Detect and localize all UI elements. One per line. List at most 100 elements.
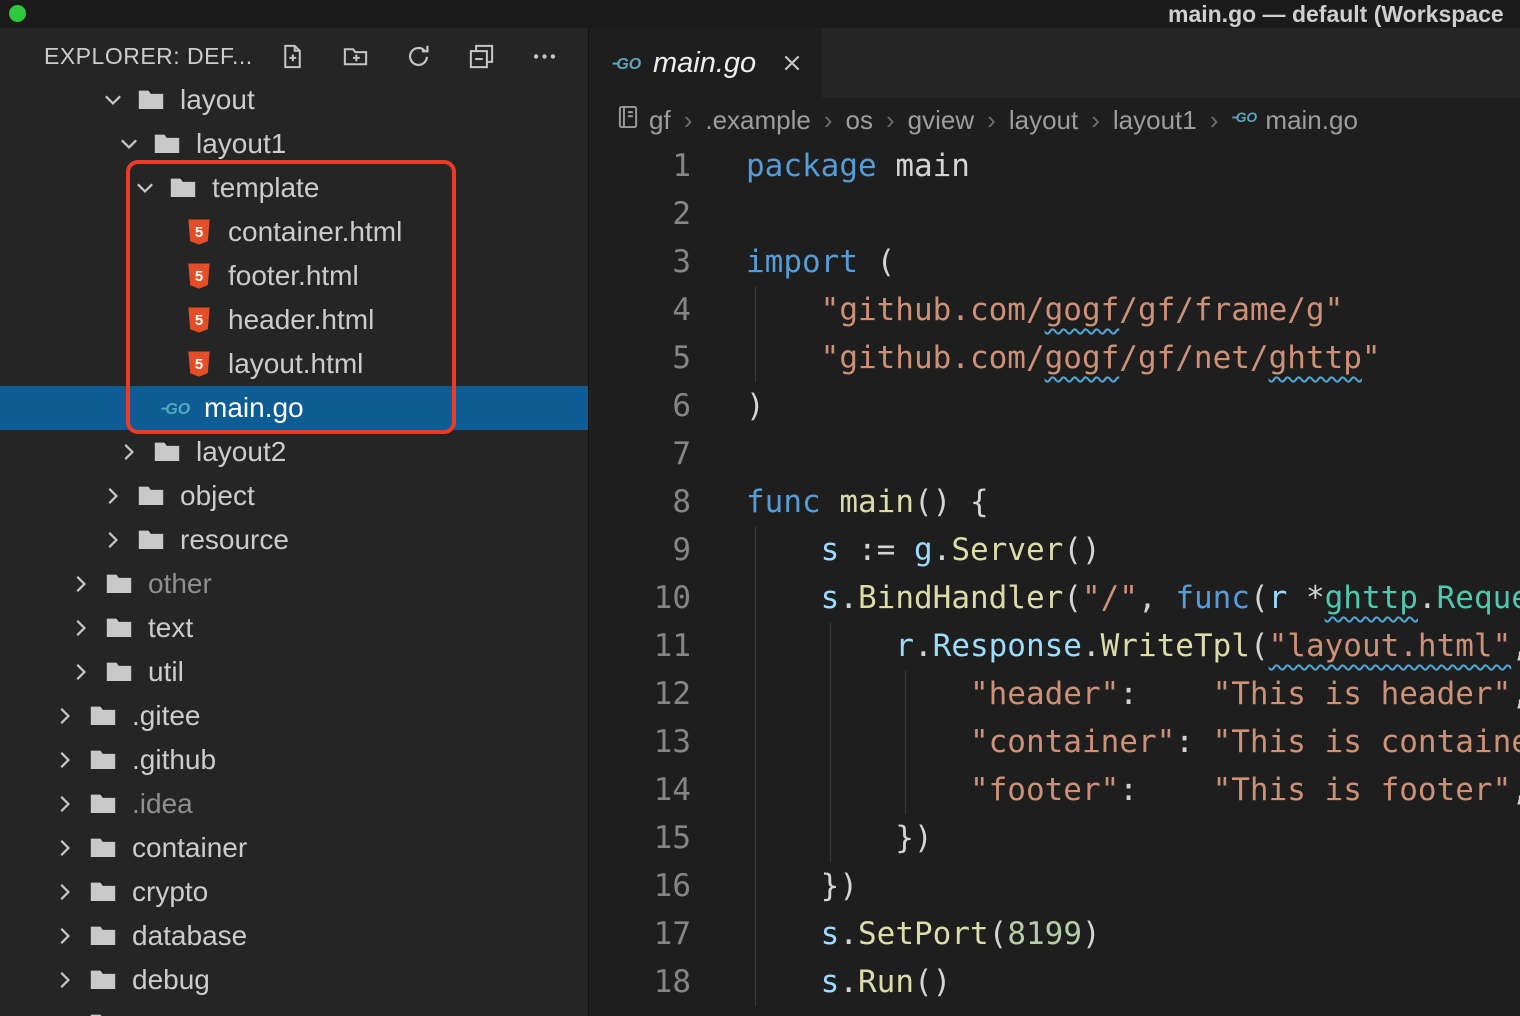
- code-line[interactable]: 3import (: [589, 238, 1520, 286]
- editor-pane: GO main.go gf›.example›os›gview›layout›l…: [588, 28, 1520, 1016]
- tree-item-layout[interactable]: layout: [0, 78, 588, 122]
- code-line[interactable]: 8func main() {: [589, 478, 1520, 526]
- line-number: 1: [589, 142, 691, 190]
- tree-item-database[interactable]: database: [0, 914, 588, 958]
- svg-text:GO: GO: [165, 401, 190, 418]
- line-number: 7: [589, 430, 691, 478]
- svg-text:5: 5: [195, 268, 203, 285]
- code-line[interactable]: 7: [589, 430, 1520, 478]
- code-line[interactable]: 9 s := g.Server(): [589, 526, 1520, 574]
- tree-item-label: other: [148, 568, 212, 600]
- code-text: "footer": "This is footer",: [691, 766, 1520, 814]
- more-icon[interactable]: [531, 43, 558, 70]
- tree-item-main.go[interactable]: GO main.go: [0, 386, 588, 430]
- breadcrumb-layout1[interactable]: layout1: [1113, 105, 1197, 136]
- breadcrumb-gview[interactable]: gview: [908, 105, 974, 136]
- tree-item-layout1[interactable]: layout1: [0, 122, 588, 166]
- tab-label: main.go: [653, 47, 766, 80]
- code-line[interactable]: 15 }): [589, 814, 1520, 862]
- code-text: r.Response.WriteTpl("layout.html", g.Map…: [691, 622, 1520, 670]
- tree-item-header.html[interactable]: 5header.html: [0, 298, 588, 342]
- sidebar-actions: [279, 43, 558, 70]
- tree-item-.github[interactable]: .github: [0, 738, 588, 782]
- tree-item-label: footer.html: [228, 260, 359, 292]
- code-area[interactable]: 1package main23import (4 "github.com/gog…: [589, 142, 1520, 1016]
- tree-item-object[interactable]: object: [0, 474, 588, 518]
- code-line[interactable]: 12 "header": "This is header",: [589, 670, 1520, 718]
- tree-item-other[interactable]: other: [0, 562, 588, 606]
- code-lines: 1package main23import (4 "github.com/gog…: [589, 142, 1520, 1016]
- code-text: ): [691, 382, 765, 430]
- tree-item-util[interactable]: util: [0, 650, 588, 694]
- svg-text:5: 5: [195, 224, 203, 241]
- code-line[interactable]: 5 "github.com/gogf/gf/net/ghttp": [589, 334, 1520, 382]
- tree-item-label: resource: [180, 524, 289, 556]
- folder-icon: [88, 745, 126, 775]
- tab-main-go[interactable]: GO main.go: [589, 28, 822, 98]
- code-line[interactable]: 16 }): [589, 862, 1520, 910]
- code-line[interactable]: 10 s.BindHandler("/", func(r *ghttp.Requ…: [589, 574, 1520, 622]
- chevron-right-icon: [52, 923, 88, 949]
- tree-item-.idea[interactable]: .idea: [0, 782, 588, 826]
- html-icon: 5: [184, 349, 222, 379]
- breadcrumb-main.go[interactable]: GOmain.go: [1231, 104, 1358, 137]
- tree-item-container.html[interactable]: 5 container.html: [0, 210, 588, 254]
- tree-item-label: layout: [180, 84, 255, 116]
- breadcrumb-gf[interactable]: gf: [615, 104, 671, 137]
- code-line[interactable]: 14 "footer": "This is footer",: [589, 766, 1520, 814]
- traffic-light-icon[interactable]: [9, 5, 26, 22]
- workbench: layoutlayout1template5container.html5foo…: [0, 28, 1520, 1016]
- tree-item-debug[interactable]: debug: [0, 958, 588, 1002]
- tree-item-crypto[interactable]: crypto: [0, 870, 588, 914]
- tree-item-layout2[interactable]: layout2: [0, 430, 588, 474]
- breadcrumb-.example[interactable]: .example: [705, 105, 811, 136]
- html-icon: 5: [184, 217, 222, 247]
- chevron-right-icon: [52, 879, 88, 905]
- code-line[interactable]: 6): [589, 382, 1520, 430]
- chevron-right-icon: [100, 527, 136, 553]
- refresh-icon[interactable]: [405, 43, 432, 70]
- close-icon[interactable]: [778, 49, 806, 77]
- folder-icon: [88, 789, 126, 819]
- breadcrumb-separator: ›: [1091, 105, 1100, 136]
- chevron-right-icon: [52, 1011, 88, 1016]
- code-line[interactable]: 19}: [589, 1006, 1520, 1016]
- tree-item-hidden[interactable]: [0, 1002, 588, 1016]
- tree-item-.gitee[interactable]: .gitee: [0, 694, 588, 738]
- folder-icon: [88, 921, 126, 951]
- folder-icon: [88, 965, 126, 995]
- tree-item-label: main.go: [204, 392, 304, 424]
- tree-item-resource[interactable]: resource: [0, 518, 588, 562]
- chevron-right-icon: [68, 615, 104, 641]
- code-line[interactable]: 17 s.SetPort(8199): [589, 910, 1520, 958]
- tree-item-label: util: [148, 656, 184, 688]
- collapse-all-icon[interactable]: [468, 43, 495, 70]
- line-number: 15: [589, 814, 691, 862]
- line-number: 12: [589, 670, 691, 718]
- breadcrumb-label: gf: [649, 105, 671, 136]
- breadcrumb-layout[interactable]: layout: [1009, 105, 1078, 136]
- code-line[interactable]: 1package main: [589, 142, 1520, 190]
- code-line[interactable]: 13 "container": "This is container",: [589, 718, 1520, 766]
- new-folder-icon[interactable]: [342, 43, 369, 70]
- breadcrumb-os[interactable]: os: [846, 105, 873, 136]
- code-line[interactable]: 18 s.Run(): [589, 958, 1520, 1006]
- breadcrumb-label: gview: [908, 105, 974, 136]
- breadcrumb-label: main.go: [1265, 105, 1358, 136]
- code-line[interactable]: 4 "github.com/gogf/gf/frame/g": [589, 286, 1520, 334]
- new-file-icon[interactable]: [279, 43, 306, 70]
- code-line[interactable]: 11 r.Response.WriteTpl("layout.html", g.…: [589, 622, 1520, 670]
- folder-icon: [136, 481, 174, 511]
- tree-item-label: container.html: [228, 216, 402, 248]
- tree-item-layout.html[interactable]: 5layout.html: [0, 342, 588, 386]
- svg-text:GO: GO: [616, 56, 641, 73]
- tree-item-container[interactable]: container: [0, 826, 588, 870]
- breadcrumb-label: layout: [1009, 105, 1078, 136]
- tree-item-template[interactable]: template: [0, 166, 588, 210]
- tree-item-footer.html[interactable]: 5 footer.html: [0, 254, 588, 298]
- folder-icon: [136, 85, 174, 115]
- code-line[interactable]: 2: [589, 190, 1520, 238]
- code-text: [691, 190, 746, 238]
- tree-item-text[interactable]: text: [0, 606, 588, 650]
- chevron-right-icon: [68, 659, 104, 685]
